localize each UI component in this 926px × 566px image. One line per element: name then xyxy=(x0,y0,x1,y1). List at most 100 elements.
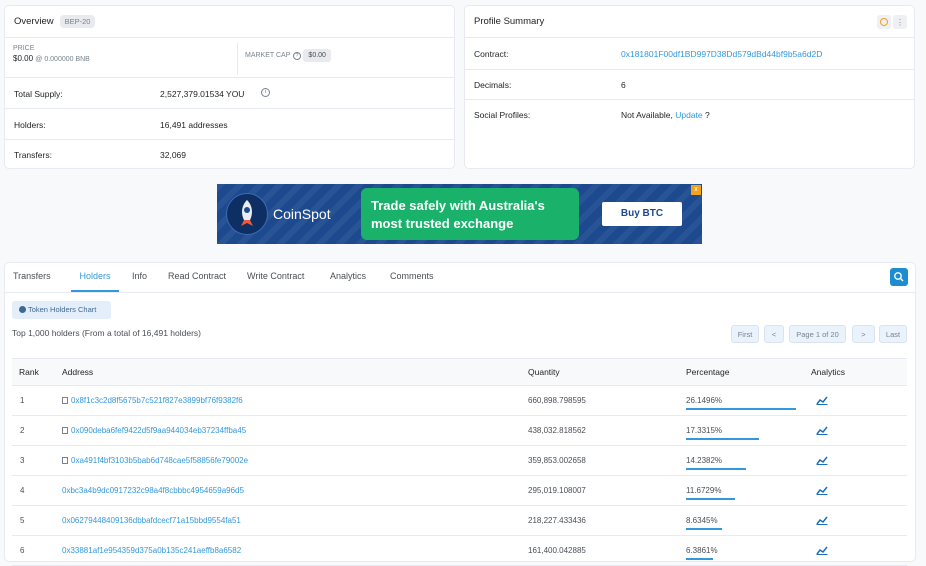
social-update-link[interactable]: Update xyxy=(675,110,702,120)
analytics-cell xyxy=(811,445,907,476)
percentage-cell: 11.6729% xyxy=(686,475,811,506)
analytics-chart-icon[interactable] xyxy=(816,485,828,497)
percentage-text: 6.3861% xyxy=(686,546,718,555)
tab-holders[interactable]: Holders xyxy=(71,263,119,292)
holder-address-link[interactable]: 0xa491f4bf3103b5bab6d748cae5f58856fe7900… xyxy=(71,456,248,465)
tab-info[interactable]: Info xyxy=(132,263,147,292)
ad-banner[interactable]: CoinSpot Trade safely with Australia's m… xyxy=(217,184,702,244)
social-help[interactable]: ? xyxy=(705,110,710,120)
chart-button-label: Token Holders Chart xyxy=(27,305,97,314)
holders-row: Holders: 16,491 addresses xyxy=(5,108,454,140)
overview-card: Overview BEP-20 PRICE $0.00 @ 0.000000 B… xyxy=(4,5,455,169)
circle-icon[interactable] xyxy=(877,15,891,29)
overview-title: Overview xyxy=(14,16,54,27)
total-supply-value: 2,527,379.01534 YOU xyxy=(160,89,245,99)
profile-header: Profile Summary xyxy=(465,6,914,38)
address-cell: 0xa491f4bf3103b5bab6d748cae5f58856fe7900… xyxy=(62,445,528,476)
percentage-value: 14.2382% xyxy=(686,456,746,470)
pagination-prev[interactable]: < xyxy=(764,325,784,343)
quantity-cell: 295,019.108007 xyxy=(528,475,686,506)
ad-cta-button[interactable]: Buy BTC xyxy=(602,202,682,226)
analytics-cell xyxy=(811,385,907,416)
tab-comments[interactable]: Comments xyxy=(390,263,434,292)
percentage-bar xyxy=(686,408,796,410)
pie-chart-icon xyxy=(19,306,26,313)
percentage-bar xyxy=(686,468,746,470)
percentage-text: 14.2382% xyxy=(686,456,723,465)
col-rank: Rank xyxy=(12,358,62,386)
tab-read-contract[interactable]: Read Contract xyxy=(168,263,226,292)
contract-file-icon xyxy=(62,397,68,404)
market-cap-value[interactable]: $0.00 xyxy=(303,49,331,62)
analytics-cell xyxy=(811,415,907,446)
quantity-cell: 218,227.433436 xyxy=(528,505,686,536)
price-bnb: @ 0.000000 BNB xyxy=(35,56,90,63)
quantity-cell: 161,400.042885 xyxy=(528,535,686,566)
pagination-last[interactable]: Last xyxy=(879,325,907,343)
holder-address-link[interactable]: 0x090deba6fef9422d5f9aa944034eb37234ffba… xyxy=(71,426,246,435)
rank-cell: 4 xyxy=(12,475,62,506)
tab-transfers[interactable]: Transfers xyxy=(13,263,51,292)
info-circle-icon[interactable]: ? xyxy=(292,52,301,60)
contract-row: Contract: 0x181801F00df1BD997D38Dd579dBd… xyxy=(465,38,914,70)
analytics-cell xyxy=(811,475,907,506)
holder-address-link[interactable]: 0xbc3a4b9dc0917232c98a4f8cbbbc4954659a96… xyxy=(62,486,244,495)
col-address: Address xyxy=(62,358,528,386)
market-cap-block: MARKET CAP ? $0.00 xyxy=(245,45,331,62)
price-value: $0.00 xyxy=(13,54,34,63)
ad-choices-icon[interactable]: x xyxy=(691,185,701,195)
percentage-text: 26.1496% xyxy=(686,396,723,405)
col-percentage: Percentage xyxy=(686,358,811,386)
rocket-icon xyxy=(226,193,268,235)
contract-address-link[interactable]: 0x181801F00df1BD997D38Dd579dBd44bf9b5a6d… xyxy=(621,49,822,59)
transfers-value: 32,069 xyxy=(160,150,186,160)
market-cap-section xyxy=(237,43,238,75)
total-supply-row: Total Supply: 2,527,379.01534 YOU i xyxy=(5,78,454,109)
contract-label: Contract: xyxy=(474,49,509,59)
info-icon[interactable]: i xyxy=(261,88,270,97)
decimals-value: 6 xyxy=(621,80,626,90)
percentage-bar xyxy=(686,438,759,440)
holders-table-body: 1 0x8f1c3c2d8f5675b7c521f827e3899bf76f938… xyxy=(12,385,907,566)
analytics-cell xyxy=(811,535,907,566)
rank-cell: 6 xyxy=(12,535,62,566)
holder-address-link[interactable]: 0x33881af1e954359d375a0b135c241aeffb8a65… xyxy=(62,546,241,555)
percentage-bar xyxy=(686,528,722,530)
percentage-value: 6.3861% xyxy=(686,546,718,560)
percentage-text: 17.3315% xyxy=(686,426,723,435)
social-profiles-value: Not Available, Update ? xyxy=(621,110,710,120)
analytics-chart-icon[interactable] xyxy=(816,455,828,467)
decimals-row: Decimals: 6 xyxy=(465,69,914,100)
address-cell: 0xbc3a4b9dc0917232c98a4f8cbbbc4954659a96… xyxy=(62,475,528,506)
tab-analytics[interactable]: Analytics xyxy=(330,263,366,292)
analytics-chart-icon[interactable] xyxy=(816,425,828,437)
ad-headline-1: Trade safely with Australia's xyxy=(371,198,545,213)
profile-title: Profile Summary xyxy=(474,16,545,27)
holder-address-link[interactable]: 0x8f1c3c2d8f5675b7c521f827e3899bf76f9382… xyxy=(71,396,243,405)
address-cell: 0x8f1c3c2d8f5675b7c521f827e3899bf76f9382… xyxy=(62,385,528,416)
percentage-value: 8.6345% xyxy=(686,516,722,530)
ad-headline-2: most trusted exchange xyxy=(371,216,514,231)
rank-cell: 2 xyxy=(12,415,62,446)
analytics-chart-icon[interactable] xyxy=(816,395,828,407)
more-vertical-icon[interactable]: ⋮ xyxy=(893,15,907,29)
address-cell: 0x06279448409136dbbafdcecf71a15bbd9554fa… xyxy=(62,505,528,536)
price-label: PRICE xyxy=(13,45,35,52)
analytics-cell xyxy=(811,505,907,536)
holder-address-link[interactable]: 0x06279448409136dbbafdcecf71a15bbd9554fa… xyxy=(62,516,241,525)
tab-write-contract[interactable]: Write Contract xyxy=(247,263,304,292)
percentage-bar xyxy=(686,498,735,500)
percentage-value: 17.3315% xyxy=(686,426,759,440)
col-quantity: Quantity xyxy=(528,358,686,386)
pagination-next[interactable]: > xyxy=(852,325,875,343)
token-holders-chart-button[interactable]: Token Holders Chart xyxy=(12,301,111,319)
search-button[interactable] xyxy=(890,268,908,286)
pagination-first[interactable]: First xyxy=(731,325,759,343)
address-cell: 0x090deba6fef9422d5f9aa944034eb37234ffba… xyxy=(62,415,528,446)
table-row: 3 0xa491f4bf3103b5bab6d748cae5f58856fe790… xyxy=(12,445,907,476)
analytics-chart-icon[interactable] xyxy=(816,515,828,527)
percentage-cell: 6.3861% xyxy=(686,535,811,566)
percentage-cell: 17.3315% xyxy=(686,415,811,446)
analytics-chart-icon[interactable] xyxy=(816,545,828,557)
transfers-row: Transfers: 32,069 xyxy=(5,139,454,169)
